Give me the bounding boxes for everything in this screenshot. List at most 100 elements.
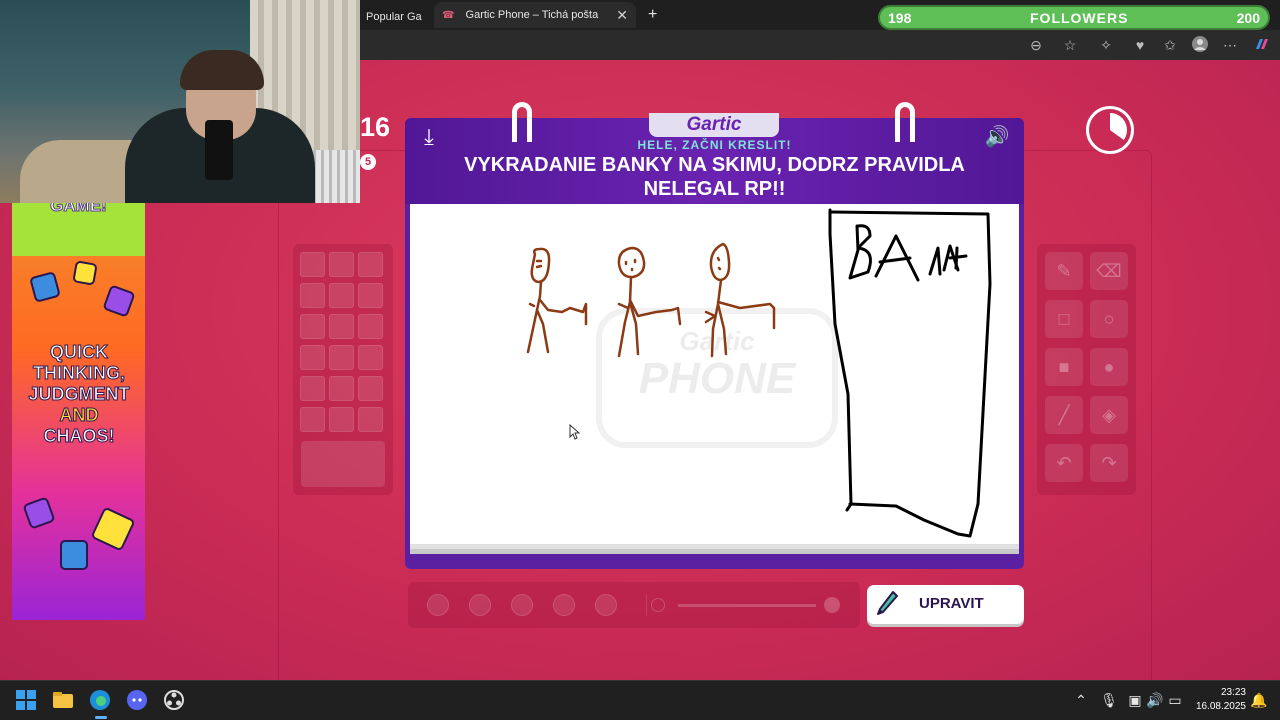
ad-slogan-line: QUICK bbox=[50, 342, 109, 363]
ad-slogan-line: CHAOS! bbox=[43, 426, 115, 447]
circle-fill-icon[interactable]: ● bbox=[1090, 348, 1128, 386]
color-swatch[interactable] bbox=[358, 407, 383, 432]
close-icon[interactable]: ✕ bbox=[616, 2, 628, 28]
color-swatch[interactable] bbox=[329, 314, 354, 339]
ad-slogan-line: JUDGMENT bbox=[28, 384, 130, 405]
browser-essentials-icon[interactable]: ♥ bbox=[1130, 35, 1150, 55]
color-swatch[interactable] bbox=[358, 376, 383, 401]
prompt-line: VYKRADANIE BANKY NA SKIMU, DODRZ PRAVIDL… bbox=[464, 154, 965, 176]
new-tab-button[interactable]: + bbox=[640, 2, 665, 28]
edge-browser-icon[interactable] bbox=[89, 689, 113, 719]
color-swatch[interactable] bbox=[358, 252, 383, 277]
brush-size-1[interactable] bbox=[427, 594, 449, 616]
opacity-slider[interactable] bbox=[678, 604, 816, 607]
undo-icon[interactable]: ↶ bbox=[1045, 444, 1083, 482]
windows-start-icon[interactable] bbox=[15, 689, 39, 713]
color-palette-panel bbox=[293, 244, 393, 495]
color-swatch[interactable] bbox=[329, 407, 354, 432]
windows-taskbar: ⌃ 🎙 ▣ 🔊 ▭ 23:23 16.08.2025 🔔 bbox=[0, 680, 1280, 720]
favorites-icon[interactable]: ✩ bbox=[1160, 35, 1180, 55]
color-swatch[interactable] bbox=[358, 314, 383, 339]
current-color-swatch bbox=[301, 441, 385, 487]
gartic-favicon-icon: ☎ bbox=[442, 10, 455, 21]
rectangle-outline-icon[interactable]: □ bbox=[1045, 300, 1083, 338]
redo-icon[interactable]: ↷ bbox=[1090, 444, 1128, 482]
brush-size-2[interactable] bbox=[469, 594, 491, 616]
brush-size-4[interactable] bbox=[553, 594, 575, 616]
color-swatch[interactable] bbox=[329, 376, 354, 401]
die-icon bbox=[90, 506, 136, 552]
opacity-slider-thumb[interactable] bbox=[824, 597, 840, 613]
followers-label: FOLLOWERS bbox=[1030, 10, 1129, 26]
robber-figures bbox=[526, 242, 776, 358]
ad-slogan-line: THINKING, bbox=[33, 363, 126, 384]
ring-binder bbox=[895, 102, 915, 142]
bucket-icon[interactable]: ◈ bbox=[1090, 396, 1128, 434]
extensions-icon[interactable]: ✧ bbox=[1096, 35, 1116, 55]
die-icon bbox=[102, 284, 136, 318]
copilot-icon[interactable] bbox=[1252, 35, 1272, 55]
edit-button-label: UPRAVIT bbox=[919, 595, 984, 612]
pencil-icon bbox=[877, 591, 898, 615]
prompt-text: VYKRADANIE BANKY NA SKIMU, DODRZ PRAVIDL… bbox=[415, 153, 1014, 201]
obs-icon[interactable] bbox=[163, 689, 187, 713]
color-swatch[interactable] bbox=[300, 252, 325, 277]
discord-icon[interactable] bbox=[126, 689, 150, 713]
microphone bbox=[205, 120, 233, 180]
advertisement[interactable]: GAME! QUICK THINKING, JUDGMENT AND CHAOS… bbox=[12, 202, 145, 620]
clock-time: 23:23 bbox=[1220, 687, 1246, 698]
color-swatch[interactable] bbox=[300, 314, 325, 339]
gartic-logo: Gartic bbox=[649, 113, 779, 137]
system-clock[interactable]: 23:23 16.08.2025 bbox=[1190, 686, 1246, 714]
tray-overflow-icon[interactable]: ⌃ bbox=[1072, 692, 1090, 709]
tab-label: Popular Ga bbox=[366, 11, 422, 23]
volume-icon[interactable]: 🔊 bbox=[1146, 692, 1164, 709]
tab-label: Gartic Phone – Tichá pošta bbox=[465, 9, 599, 21]
color-swatch[interactable] bbox=[329, 345, 354, 370]
battery-icon[interactable]: ▭ bbox=[1166, 692, 1184, 709]
die-icon bbox=[29, 271, 61, 303]
color-swatch[interactable] bbox=[358, 283, 383, 308]
color-swatch[interactable] bbox=[300, 283, 325, 308]
drawing-canvas[interactable]: Gartic PHONE bbox=[410, 204, 1019, 544]
pencil-icon[interactable]: ✎ bbox=[1045, 252, 1083, 290]
eraser-icon[interactable]: ⌫ bbox=[1090, 252, 1128, 290]
brush-size-3[interactable] bbox=[511, 594, 533, 616]
profile-icon[interactable] bbox=[1190, 35, 1210, 55]
color-swatch[interactable] bbox=[300, 407, 325, 432]
color-swatch[interactable] bbox=[300, 376, 325, 401]
color-swatch[interactable] bbox=[329, 252, 354, 277]
clock-date: 16.08.2025 bbox=[1195, 701, 1246, 712]
divider bbox=[646, 594, 647, 616]
ad-slogan: QUICK THINKING, JUDGMENT AND CHAOS! bbox=[18, 342, 140, 447]
ad-slogan-line: AND bbox=[59, 405, 99, 426]
brush-size-5[interactable] bbox=[595, 594, 617, 616]
round-sub-badge: 5 bbox=[360, 154, 376, 170]
tab-gartic-phone[interactable]: ☎ Gartic Phone – Tichá pošta ✕ bbox=[434, 2, 636, 28]
notifications-icon[interactable]: 🔔 bbox=[1250, 692, 1268, 709]
active-indicator bbox=[95, 716, 107, 719]
followers-current: 198 bbox=[888, 10, 912, 26]
favorite-star-icon[interactable]: ☆ bbox=[1060, 35, 1080, 55]
network-icon[interactable]: ▣ bbox=[1126, 692, 1144, 709]
followers-goal-bar: 198 FOLLOWERS 200 bbox=[878, 5, 1270, 30]
more-icon[interactable]: ⋯ bbox=[1220, 35, 1240, 55]
die-icon bbox=[22, 496, 56, 530]
followers-goal: 200 bbox=[1236, 10, 1260, 26]
bank-building bbox=[828, 208, 992, 538]
color-swatch[interactable] bbox=[300, 345, 325, 370]
rectangle-fill-icon[interactable]: ■ bbox=[1045, 348, 1083, 386]
edit-button[interactable]: UPRAVIT bbox=[867, 585, 1024, 624]
file-explorer-icon[interactable] bbox=[52, 689, 76, 713]
line-icon[interactable]: ╱ bbox=[1045, 396, 1083, 434]
round-number: 16 bbox=[360, 112, 391, 142]
round-timer bbox=[1086, 106, 1134, 154]
ad-top-text: GAME! bbox=[50, 202, 108, 216]
circle-outline-icon[interactable]: ○ bbox=[1090, 300, 1128, 338]
tool-panel: ✎ ⌫ □ ○ ■ ● ╱ ◈ ↶ ↷ bbox=[1037, 244, 1136, 495]
drawing-card: Gartic ⤓ 🔊 HELE, ZAČNI KRESLIT! VYKRADAN… bbox=[405, 102, 1024, 569]
color-swatch[interactable] bbox=[329, 283, 354, 308]
zoom-icon[interactable]: ⊖ bbox=[1026, 35, 1046, 55]
color-swatch[interactable] bbox=[358, 345, 383, 370]
microphone-icon[interactable]: 🎙 bbox=[1100, 692, 1118, 709]
